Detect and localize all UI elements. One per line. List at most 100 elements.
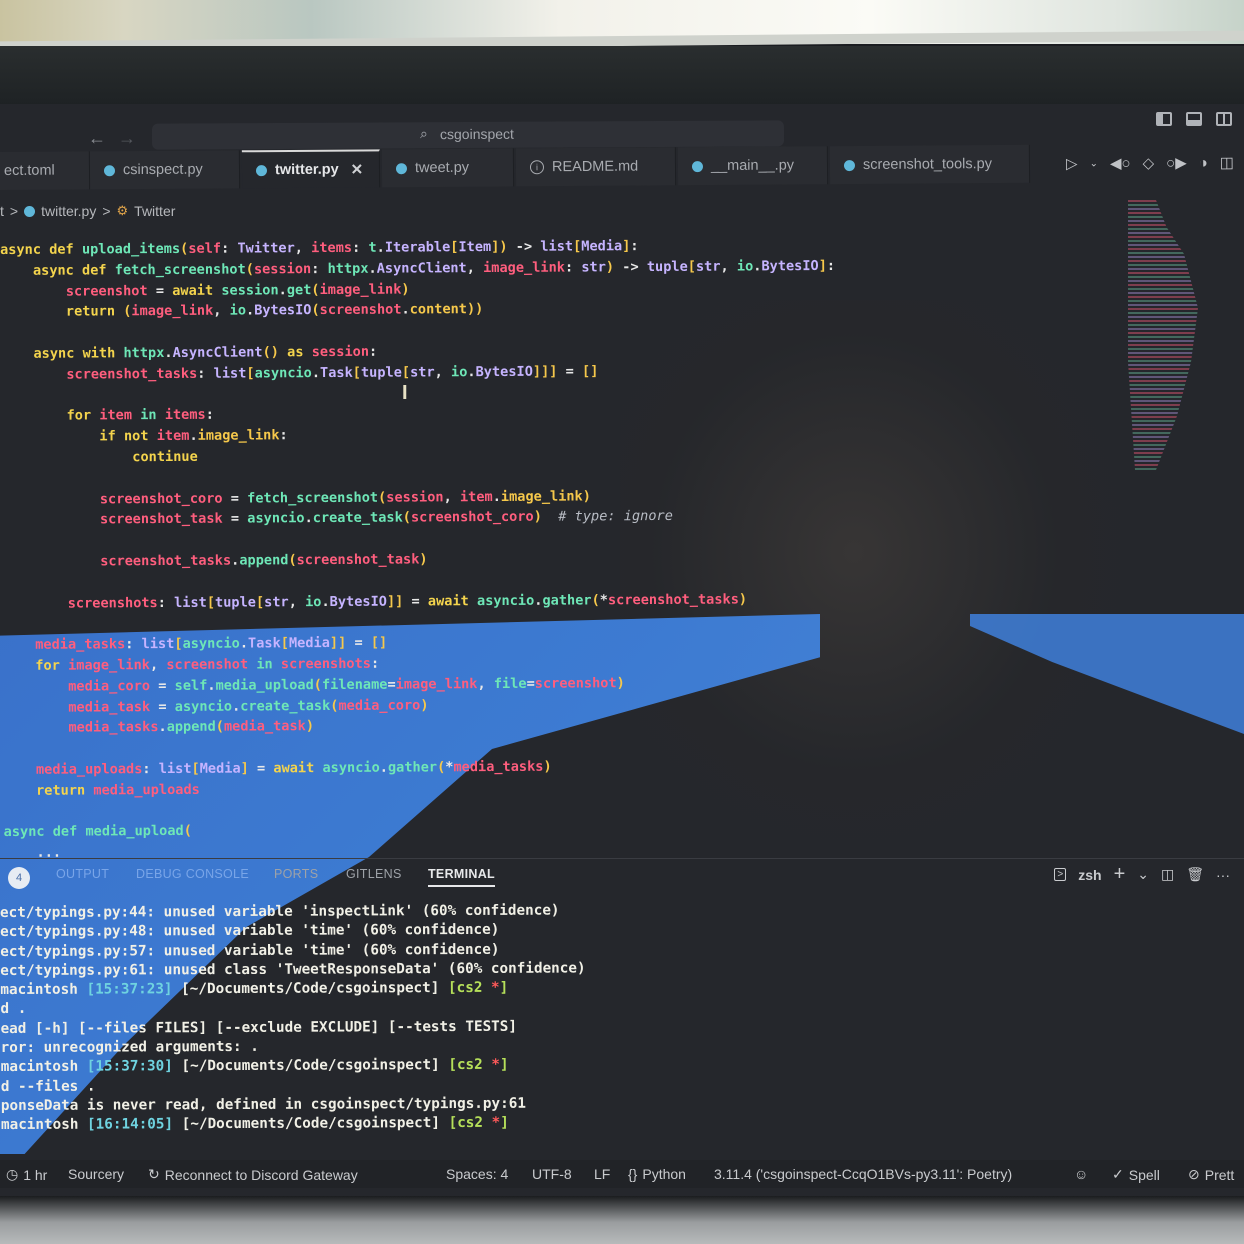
terminal-line: ead [-h] [--files FILES] [--exclude EXCL… <box>1 1017 586 1039</box>
spell-label: Spell <box>1128 1166 1160 1183</box>
status-eol[interactable]: LF <box>594 1166 610 1182</box>
code-token: ] <box>818 257 827 274</box>
status-encoding[interactable]: UTF-8 <box>532 1166 572 1182</box>
new-terminal-button[interactable]: + <box>1114 863 1126 886</box>
code-token: session <box>253 260 312 278</box>
code-token: )) <box>466 301 484 318</box>
trash-icon[interactable]: 🗑 <box>1186 866 1204 883</box>
breadcrumb-file[interactable]: twitter.py <box>41 203 96 219</box>
status-spell[interactable]: ✓ Spell <box>1112 1166 1160 1183</box>
toggle-panel-icon[interactable] <box>1186 112 1202 126</box>
tab-ports[interactable]: PORTS <box>274 867 318 881</box>
code-token: async def <box>3 823 86 841</box>
tab-main-py[interactable]: __main__.py <box>677 146 829 186</box>
code-token: BytesIO <box>761 257 819 275</box>
status-interpreter[interactable]: 3.11.4 ('csgoinspect-CcqO1BVs-py3.11': P… <box>714 1166 1012 1182</box>
python-file-icon <box>103 164 116 176</box>
tab-readme-md[interactable]: i README.md <box>515 147 677 187</box>
timer-label: 1 hr <box>23 1166 48 1183</box>
code-token: fetch_screenshot <box>247 489 379 507</box>
split-editor-icon[interactable]: ◫ <box>1220 153 1234 171</box>
toggle-secondary-sidebar-icon[interactable] <box>1216 112 1232 126</box>
terminal-line: macintosh [16:14:05] [~/Documents/Code/c… <box>1 1114 586 1136</box>
command-center-search[interactable]: ⌕ csgoinspect <box>151 120 785 150</box>
tab-gitlens[interactable]: GITLENS <box>346 867 402 881</box>
problems-badge[interactable]: 4 <box>8 867 30 889</box>
code-token: ]] <box>386 593 404 610</box>
go-forward-change-icon[interactable]: ○▶ <box>1166 154 1187 172</box>
code-token: ]]] <box>532 363 558 380</box>
code-token: . <box>207 677 216 694</box>
status-language[interactable]: {} Python <box>628 1166 686 1182</box>
status-indentation[interactable]: Spaces: 4 <box>446 1166 508 1182</box>
code-token: self <box>188 240 222 257</box>
code-token: as <box>278 344 312 361</box>
code-token: in <box>131 407 165 424</box>
code-token: : <box>197 365 214 382</box>
run-icon[interactable]: ▷ <box>1066 154 1078 172</box>
status-discord[interactable]: ↻ Reconnect to Discord Gateway <box>148 1166 358 1183</box>
chevron-down-icon[interactable]: ⌄ <box>1090 158 1098 169</box>
breadcrumb-folder[interactable]: t <box>0 203 4 219</box>
forward-arrow-icon[interactable]: → <box>118 128 136 149</box>
code-token: list <box>540 238 574 255</box>
status-timer[interactable]: ◷ 1 hr <box>6 1166 47 1183</box>
tab-output[interactable]: OUTPUT <box>56 867 109 881</box>
code-token: ) <box>605 259 615 276</box>
code-token: : <box>351 239 369 256</box>
tab-twitter-py[interactable]: twitter.py ✕ <box>241 149 381 189</box>
code-editor[interactable]: async def upload_items (self: Twitter, it… <box>0 233 1104 864</box>
code-token: ( <box>183 823 192 840</box>
status-sourcery[interactable]: Sourcery <box>68 1166 124 1182</box>
code-token: image_link <box>319 281 402 298</box>
close-icon[interactable]: ✕ <box>351 160 364 178</box>
code-token: ]] <box>329 635 347 652</box>
code-token: list <box>141 636 175 653</box>
code-token: Task <box>247 635 281 652</box>
tab-pyproject-toml[interactable]: ect.toml <box>0 151 91 191</box>
code-token: AsyncClient <box>376 259 467 277</box>
code-token: image_link <box>483 259 565 276</box>
code-token: ( <box>330 697 339 714</box>
code-token: = <box>387 676 396 693</box>
refresh-icon: ↻ <box>148 1166 160 1182</box>
revert-change-icon[interactable]: ◇ <box>1142 154 1155 172</box>
terminal-line: macintosh [15:37:23] [~/Documents/Code/c… <box>0 979 585 1001</box>
tab-tweet-py[interactable]: tweet.py <box>381 148 515 188</box>
go-back-change-icon[interactable]: ◀○ <box>1110 154 1131 172</box>
code-token: . <box>304 510 313 527</box>
code-token: [ <box>206 594 216 611</box>
code-token: await <box>172 282 222 299</box>
tab-terminal[interactable]: TERMINAL <box>428 867 495 887</box>
code-token: fetch_screenshot <box>114 261 246 279</box>
code-token: AsyncClient <box>172 344 263 361</box>
tab-screenshot-tools-py[interactable]: screenshot_tools.py <box>829 144 1031 185</box>
terminal-output[interactable]: ect/typings.py:44: unused variable 'insp… <box>0 901 586 1135</box>
toggle-primary-sidebar-icon[interactable] <box>1156 112 1172 126</box>
code-token: io <box>229 302 247 319</box>
code-token: : <box>311 260 328 277</box>
code-token: ) <box>738 590 748 608</box>
code-token: [ <box>246 365 255 382</box>
code-token: Item <box>458 238 492 256</box>
code-token: screenshot_tasks <box>607 591 739 608</box>
tab-label: csinspect.py <box>122 161 203 179</box>
code-token: tuple <box>646 258 688 275</box>
code-token: media_task <box>223 718 306 735</box>
back-arrow-icon[interactable]: ← <box>88 128 106 149</box>
code-token: [] <box>370 634 388 651</box>
code-token: asyncio <box>476 592 535 609</box>
split-terminal-icon[interactable]: ◫ <box>1161 866 1174 883</box>
tab-csinspect-py[interactable]: csinspect.py <box>89 150 241 190</box>
more-actions-icon[interactable]: ··· <box>1216 867 1230 883</box>
tab-debug-console[interactable]: DEBUG CONSOLE <box>136 867 249 881</box>
copilot-icon[interactable]: ☺ <box>1074 1166 1088 1182</box>
status-prettier[interactable]: ⊘ Prett <box>1188 1166 1234 1183</box>
shell-name[interactable]: zsh <box>1078 867 1101 883</box>
chevron-down-icon[interactable]: ⌄ <box>1137 866 1149 883</box>
open-changes-icon[interactable]: ◑ <box>1199 154 1208 171</box>
code-token: items <box>311 239 353 257</box>
code-token: httpx <box>327 260 369 277</box>
python-file-icon <box>24 205 36 217</box>
breadcrumb-symbol[interactable]: Twitter <box>134 203 175 219</box>
